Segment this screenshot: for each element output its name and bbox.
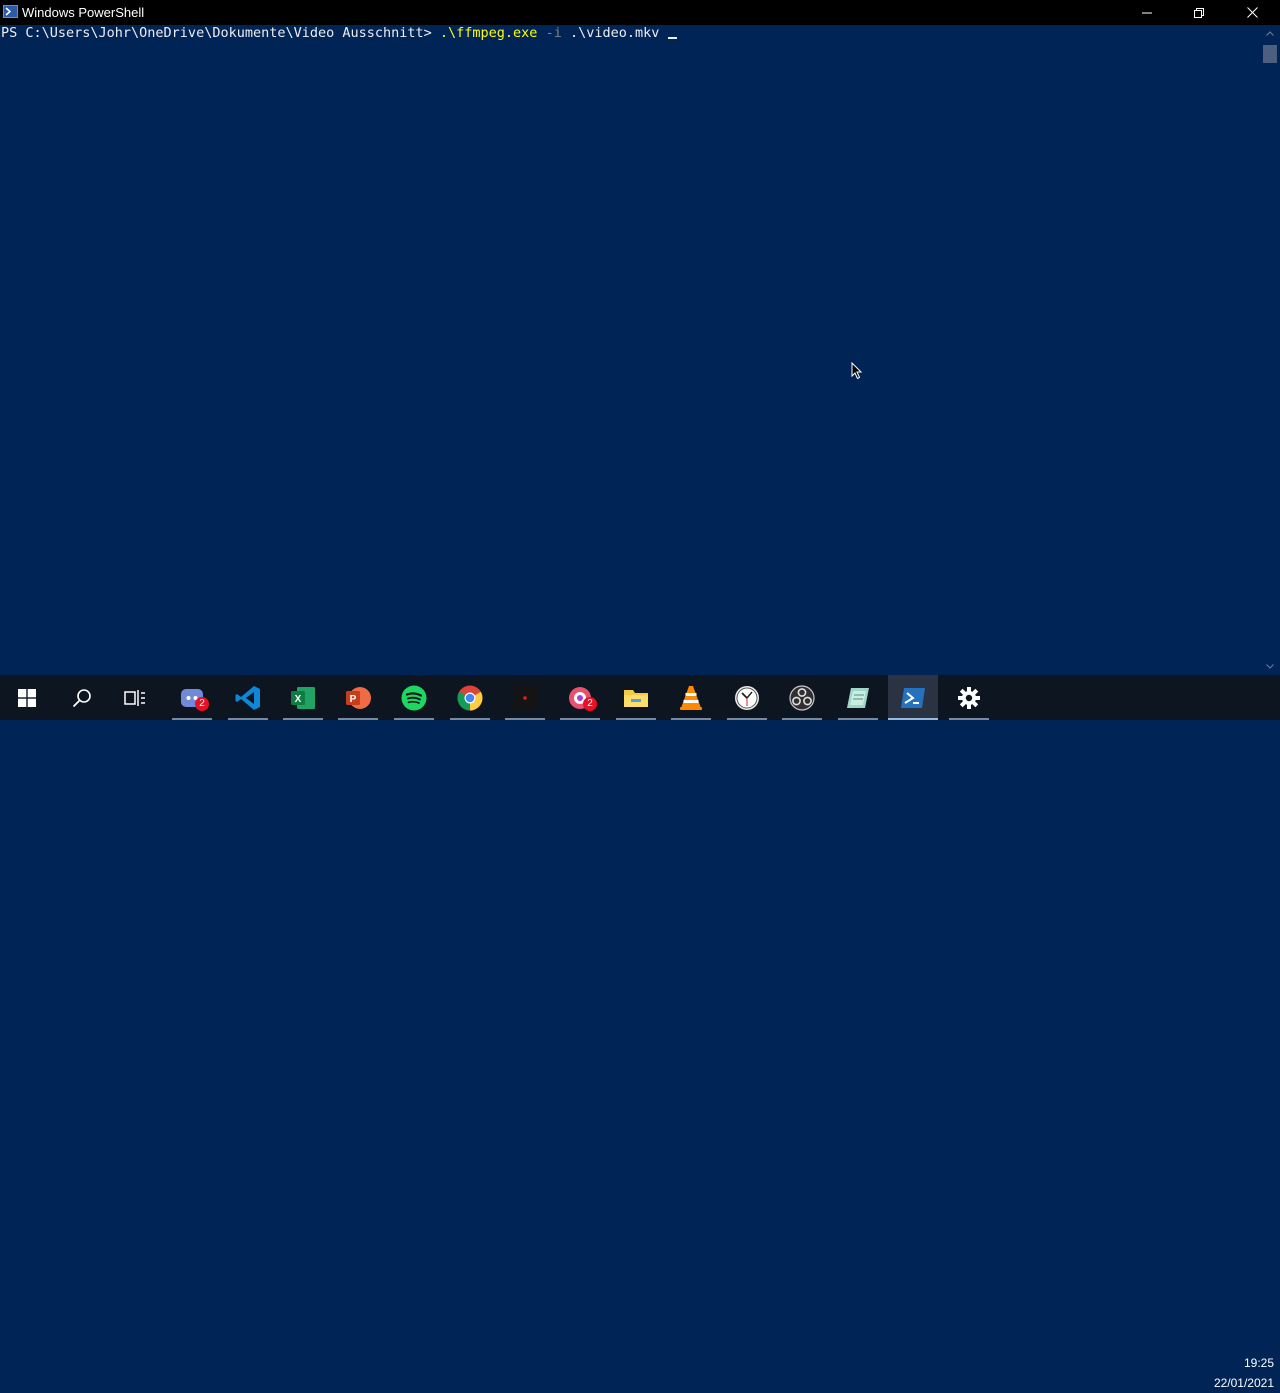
vlc-icon — [680, 685, 702, 710]
powershell-window: Windows PowerShell PS C:\Users\Johr\OneD… — [0, 0, 1280, 675]
taskbar-app-powershell[interactable] — [888, 675, 938, 720]
command-text: .\ffmpeg.exe — [439, 25, 538, 41]
obs-icon — [789, 684, 815, 711]
task-view-button[interactable] — [111, 675, 159, 720]
taskbar-app-chrome[interactable] — [446, 675, 494, 720]
powershell-icon — [901, 687, 925, 708]
minimize-icon — [1142, 12, 1152, 13]
vscode-icon — [235, 685, 260, 710]
chevron-up-icon — [1266, 31, 1274, 36]
search-icon — [72, 688, 91, 707]
close-button[interactable] — [1226, 0, 1278, 25]
scroll-thumb[interactable] — [1263, 45, 1277, 63]
minimize-button[interactable] — [1121, 0, 1173, 25]
powerpoint-icon: P — [346, 686, 371, 709]
mouse-pointer-icon — [851, 362, 863, 380]
notes-icon — [847, 687, 869, 708]
close-icon — [1246, 7, 1258, 18]
excel-icon: X — [291, 686, 315, 709]
windows-logo-icon — [18, 688, 36, 707]
spotify-icon — [401, 685, 427, 710]
command-line: PS C:\Users\Johr\OneDrive\Dokumente\Vide… — [1, 25, 677, 41]
task-view-icon — [124, 689, 145, 706]
taskbar-app-spotify[interactable] — [390, 675, 438, 720]
taskbar-app-powerpoint[interactable]: P — [334, 675, 382, 720]
taskbar-app-clock[interactable] — [723, 675, 771, 720]
record-icon — [513, 685, 537, 710]
console-area[interactable]: PS C:\Users\Johr\OneDrive\Dokumente\Vide… — [0, 25, 1260, 675]
taskbar-app-excel[interactable]: X — [279, 675, 327, 720]
taskbar-app-file-explorer[interactable] — [612, 675, 660, 720]
system-clock[interactable]: 19:25 22/01/2021 — [1190, 1353, 1274, 1393]
title-bar[interactable]: Windows PowerShell — [0, 0, 1280, 25]
clock-time: 19:25 — [1243, 1356, 1274, 1370]
chevron-down-icon — [1266, 664, 1274, 669]
restore-button[interactable] — [1173, 0, 1225, 25]
argument-text: .\video.mkv — [570, 25, 660, 41]
taskbar-app-settings[interactable] — [945, 675, 993, 720]
taskbar-app-obs[interactable] — [778, 675, 826, 720]
clock-icon — [735, 685, 759, 710]
window-title: Windows PowerShell — [22, 5, 145, 20]
gear-icon — [958, 686, 980, 709]
start-button[interactable] — [3, 675, 51, 720]
notification-badge: 2 — [195, 697, 209, 711]
taskbar-app-messenger[interactable]: 2 — [556, 675, 604, 720]
scroll-down-button[interactable] — [1260, 658, 1280, 675]
taskbar-app-recorder[interactable] — [501, 675, 549, 720]
search-button[interactable] — [58, 675, 106, 720]
scroll-up-button[interactable] — [1260, 25, 1280, 42]
taskbar-app-vlc[interactable] — [667, 675, 715, 720]
clock-date: 22/01/2021 — [1213, 1376, 1274, 1390]
taskbar: 2 X P 2 19:25 22/01/2021 — [0, 675, 1280, 1390]
svg-text:X: X — [295, 694, 302, 705]
chrome-icon — [457, 685, 483, 710]
vertical-scrollbar[interactable] — [1260, 25, 1280, 675]
notification-badge: 2 — [583, 697, 597, 711]
taskbar-app-vscode[interactable] — [224, 675, 272, 720]
svg-text:P: P — [350, 694, 357, 705]
folder-icon — [624, 689, 648, 707]
taskbar-app-discord[interactable]: 2 — [168, 675, 216, 720]
powershell-icon — [3, 5, 18, 18]
prompt-text: PS C:\Users\Johr\OneDrive\Dokumente\Vide… — [1, 25, 440, 41]
flag-text: -i — [545, 25, 562, 41]
restore-icon — [1194, 7, 1204, 18]
text-cursor — [667, 37, 677, 39]
taskbar-app-notes[interactable] — [834, 675, 882, 720]
